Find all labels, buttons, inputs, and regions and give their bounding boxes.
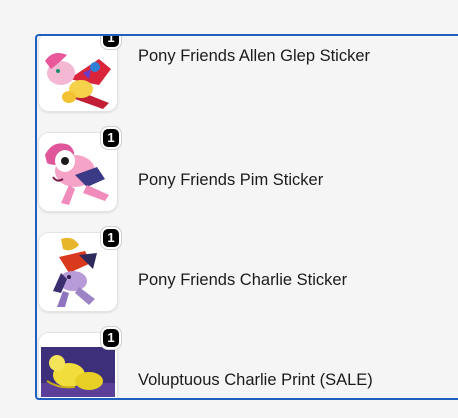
cart-item[interactable]: 1 Pony Friends Pim Sticker xyxy=(37,109,458,211)
product-title[interactable]: Voluptuous Charlie Print (SALE) xyxy=(138,371,373,390)
product-thumbnail[interactable]: 1 xyxy=(39,127,121,211)
cart-item-list[interactable]: 1 Pony Friends Allen Glep Sticker 1 Pony… xyxy=(35,34,458,400)
cart-item[interactable]: 1 Pony Friends Charlie Sticker xyxy=(37,209,458,311)
product-thumbnail[interactable]: 1 xyxy=(39,227,121,311)
quantity-badge: 1 xyxy=(101,36,121,49)
quantity-badge: 1 xyxy=(101,327,121,349)
cart-item[interactable]: 1 Voluptuous Charlie Print (SALE) xyxy=(37,309,458,398)
quantity-badge: 1 xyxy=(101,127,121,149)
product-title[interactable]: Pony Friends Allen Glep Sticker xyxy=(138,47,370,66)
quantity-badge: 1 xyxy=(101,227,121,249)
product-title[interactable]: Pony Friends Charlie Sticker xyxy=(138,271,347,290)
product-title[interactable]: Pony Friends Pim Sticker xyxy=(138,171,323,190)
product-thumbnail[interactable]: 1 xyxy=(39,36,121,111)
cart-item[interactable]: 1 Pony Friends Allen Glep Sticker xyxy=(37,36,458,111)
product-thumbnail[interactable]: 1 xyxy=(39,327,121,398)
page-root: 1 Pony Friends Allen Glep Sticker 1 Pony… xyxy=(0,0,458,418)
